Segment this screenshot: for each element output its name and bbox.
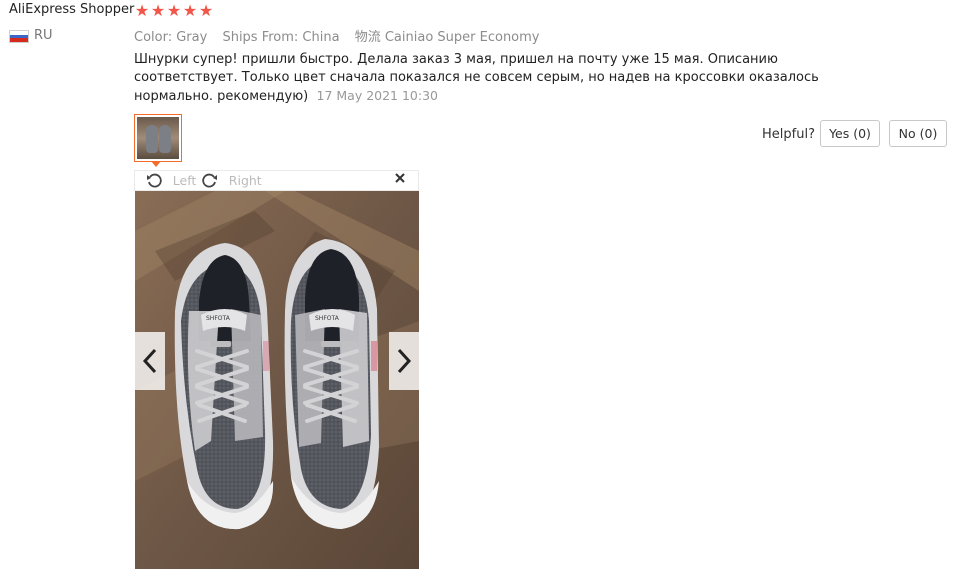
shoe-brand-text: SHFOTA xyxy=(206,315,231,322)
helpful-label: Helpful? xyxy=(762,127,815,142)
rotate-right-icon xyxy=(202,171,223,189)
rotate-right-label: Right xyxy=(228,173,262,188)
thumbnail-image xyxy=(137,117,179,159)
star-icon: ★ xyxy=(166,1,182,20)
logistics-method: 物流 Cainiao Super Economy xyxy=(354,30,540,45)
review-text-block: Шнурки супер! пришли быстро. Делала зака… xyxy=(134,51,864,106)
star-icon: ★ xyxy=(150,1,166,20)
shoe-brand-text: SHFOTA xyxy=(315,315,340,322)
close-icon[interactable] xyxy=(394,172,406,188)
rotate-right-button[interactable]: Right xyxy=(202,171,262,189)
ships-from: Ships From: China xyxy=(222,30,340,45)
star-icon: ★ xyxy=(134,1,150,20)
thumbnail-active-caret xyxy=(151,161,161,167)
chevron-right-icon xyxy=(397,348,412,374)
reviewer-country: RU xyxy=(34,28,53,43)
rotate-left-button[interactable]: Left xyxy=(146,171,196,189)
review-photo-large: SHFOTA SHFOTA xyxy=(135,191,419,569)
rotate-left-icon xyxy=(146,171,167,189)
next-image-button[interactable] xyxy=(389,332,419,390)
review-meta: Color: Gray Ships From: China 物流 Cainiao… xyxy=(134,26,551,45)
russia-flag-icon xyxy=(9,30,29,43)
rotate-left-label: Left xyxy=(172,173,197,188)
star-icon: ★ xyxy=(182,1,198,20)
star-rating: ★ ★ ★ ★ ★ xyxy=(134,1,214,20)
review-text: Шнурки супер! пришли быстро. Делала зака… xyxy=(134,52,819,104)
reviewer-name: AliExpress Shopper xyxy=(9,2,135,17)
product-color: Color: Gray xyxy=(134,30,208,45)
previous-image-button[interactable] xyxy=(135,332,165,390)
helpful-yes-button[interactable]: Yes (0) xyxy=(820,120,880,147)
shoe-photo-image: SHFOTA SHFOTA xyxy=(135,191,419,569)
review-photo-thumbnail[interactable] xyxy=(134,114,182,162)
chevron-left-icon xyxy=(142,348,157,374)
star-icon: ★ xyxy=(198,1,214,20)
review-date: 17 May 2021 10:30 xyxy=(316,88,439,103)
helpful-no-button[interactable]: No (0) xyxy=(889,120,947,147)
